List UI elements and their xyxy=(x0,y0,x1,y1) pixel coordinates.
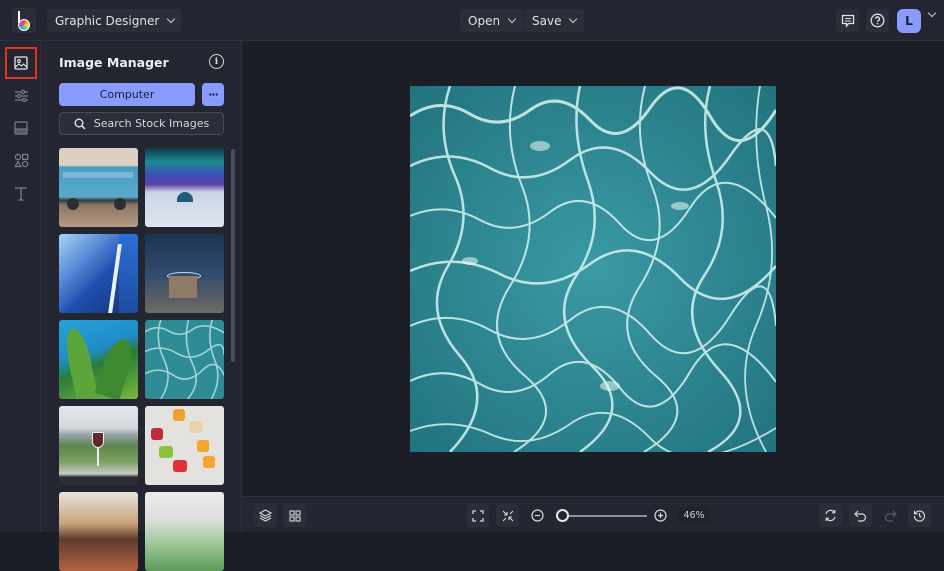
pool-water-thumb-image xyxy=(145,320,224,399)
redo-button[interactable] xyxy=(879,504,902,527)
search-icon xyxy=(74,118,86,130)
chevron-down-icon xyxy=(569,14,578,23)
chevron-down-icon xyxy=(167,14,176,23)
layout-icon xyxy=(14,121,28,135)
shapes-icon xyxy=(13,153,28,167)
save-label: Save xyxy=(532,13,562,28)
thumbnail-desert-rock-night[interactable] xyxy=(145,234,224,313)
workspace-label: Graphic Designer xyxy=(55,13,160,28)
thumbnail-glass-skyscraper[interactable] xyxy=(59,234,138,313)
actual-size-button[interactable] xyxy=(496,504,519,527)
refresh-icon xyxy=(825,509,836,522)
layers-button[interactable] xyxy=(254,504,277,527)
redo-icon xyxy=(884,510,897,522)
open-dropdown[interactable]: Open xyxy=(460,9,524,32)
rail-item-image-manager[interactable] xyxy=(5,47,37,79)
undo-button[interactable] xyxy=(849,504,872,527)
thumbnail-pool-water[interactable] xyxy=(145,320,224,399)
grid-icon xyxy=(288,509,301,522)
sliders-icon xyxy=(14,89,28,103)
zoom-in-icon xyxy=(654,509,667,522)
help-icon xyxy=(870,13,885,28)
expand-icon xyxy=(471,509,484,522)
account-menu-chevron-icon[interactable] xyxy=(927,8,937,18)
tool-rail xyxy=(0,41,41,532)
bottom-toolbar: 46% xyxy=(242,496,944,532)
rail-item-text[interactable] xyxy=(5,177,37,209)
top-bar: Graphic Designer Open Save L xyxy=(0,0,944,41)
panel-scrollbar[interactable] xyxy=(231,149,235,362)
zoom-slider-track[interactable] xyxy=(557,515,647,517)
fit-to-screen-button[interactable] xyxy=(466,504,489,527)
layers-icon xyxy=(259,509,272,522)
zoom-percent[interactable]: 46% xyxy=(678,507,710,524)
rail-item-layout[interactable] xyxy=(5,112,37,144)
thumbnail-banana-leaves[interactable] xyxy=(59,320,138,399)
canvas-area xyxy=(242,41,944,496)
chevron-down-icon xyxy=(507,14,517,23)
undo-icon xyxy=(854,510,867,522)
image-manager-panel: Image Manager i Computer ··· Search Stoc… xyxy=(41,41,242,571)
open-label: Open xyxy=(468,13,501,28)
upload-computer-button[interactable]: Computer xyxy=(59,83,195,106)
workspace-dropdown[interactable]: Graphic Designer xyxy=(47,9,183,32)
replace-image-button[interactable] xyxy=(819,504,842,527)
zoom-slider-handle[interactable] xyxy=(556,509,569,522)
image-icon xyxy=(14,56,28,70)
save-dropdown[interactable]: Save xyxy=(524,9,585,32)
text-icon xyxy=(15,186,27,201)
comment-icon xyxy=(841,14,854,28)
thumbnail-blue-van[interactable] xyxy=(59,148,138,227)
artboard-pool-water-image[interactable] xyxy=(410,86,776,452)
zoom-in-button[interactable] xyxy=(654,509,667,522)
thumbnail-wine-vineyard[interactable] xyxy=(59,406,138,485)
app-logo[interactable] xyxy=(12,8,36,33)
user-avatar[interactable]: L xyxy=(897,9,921,33)
zoom-out-button[interactable] xyxy=(531,509,544,522)
search-stock-label: Search Stock Images xyxy=(93,117,210,130)
more-sources-button[interactable]: ··· xyxy=(202,83,224,106)
history-icon xyxy=(913,510,926,522)
thumbnail-fruit-toasts[interactable] xyxy=(145,406,224,485)
comments-button[interactable] xyxy=(836,9,859,32)
pool-water-image xyxy=(410,86,776,452)
rail-item-adjustments[interactable] xyxy=(5,80,37,112)
search-stock-images-button[interactable]: Search Stock Images xyxy=(59,112,224,135)
info-icon[interactable]: i xyxy=(209,54,224,69)
help-button[interactable] xyxy=(866,9,889,32)
thumbnail-aurora-igloo[interactable] xyxy=(145,148,224,227)
panel-title: Image Manager xyxy=(59,55,169,70)
zoom-out-icon xyxy=(531,509,544,522)
shrink-icon xyxy=(502,510,513,521)
rail-item-graphics[interactable] xyxy=(5,144,37,176)
history-button[interactable] xyxy=(908,504,931,527)
grid-button[interactable] xyxy=(283,504,306,527)
